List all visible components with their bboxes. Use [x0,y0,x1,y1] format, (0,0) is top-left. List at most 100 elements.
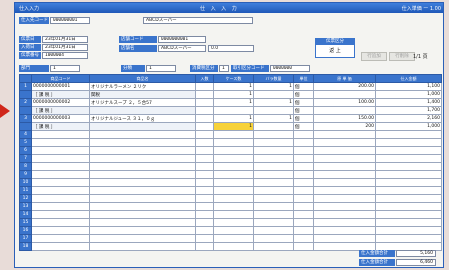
cell-qty1[interactable] [195,138,214,147]
cell-qty3[interactable] [253,130,294,139]
cell-name[interactable] [89,218,196,227]
cell-code[interactable] [31,154,90,163]
cell-name[interactable] [89,178,196,187]
cell-qty3[interactable] [253,194,294,203]
cell-code[interactable] [31,242,90,251]
cell-amount[interactable]: 2,160 [375,114,442,123]
cell-qty2[interactable] [213,218,254,227]
cell-price[interactable] [313,154,376,163]
cell-qty3[interactable]: 1 [253,98,294,107]
cell-qty3[interactable] [253,146,294,155]
cell-qty3[interactable] [253,210,294,219]
tax-field[interactable]: 1 [219,65,229,72]
cell-amount[interactable] [375,162,442,171]
table-row[interactable]: 6 [19,146,442,155]
table-row[interactable]: 15 [19,218,442,227]
entry-date-field[interactable]: 23年01月31日 [42,44,88,51]
cell-name[interactable] [89,106,196,115]
cell-price[interactable] [313,162,376,171]
cell-qty1[interactable] [195,242,214,251]
cell-unit[interactable]: 個 [293,82,314,91]
cell-code[interactable] [31,234,90,243]
cell-code[interactable]: ［ 課 税 ］ [31,90,90,99]
cell-price[interactable] [313,106,376,115]
cell-code[interactable] [31,218,90,227]
cell-amount[interactable] [375,178,442,187]
cell-name[interactable] [89,122,196,131]
cell-qty1[interactable] [195,106,214,115]
cell-qty2[interactable] [213,138,254,147]
cell-qty2[interactable] [213,106,254,115]
cell-qty1[interactable] [195,226,214,235]
cell-price[interactable] [313,234,376,243]
cell-code[interactable]: 0000000000003 [31,114,90,123]
table-row[interactable]: 2 0000000000002 オリジナルスープ ２，５合57 1 1 個 100.00 1,… [19,98,442,107]
cell-price[interactable]: 150.00 [313,114,376,123]
cell-code[interactable]: ［ 課 税 ］ [31,106,90,115]
cell-qty1[interactable] [195,202,214,211]
cell-unit[interactable] [293,226,314,235]
cell-qty2[interactable] [213,146,254,155]
supplier-name-field[interactable]: ABCDスーパー [143,17,253,24]
cell-name[interactable] [89,162,196,171]
cell-amount[interactable] [375,210,442,219]
date-field[interactable]: 23年01月31日 [42,36,88,43]
cell-amount[interactable] [375,146,442,155]
cell-code[interactable] [31,202,90,211]
cell-amount[interactable] [375,154,442,163]
cell-name[interactable]: オリジナルジュース ３１，０ｇ [89,114,196,123]
cell-name[interactable] [89,242,196,251]
cell-qty1[interactable] [195,130,214,139]
cell-code[interactable] [31,178,90,187]
cell-qty3[interactable] [253,154,294,163]
store-extra-field[interactable]: 0.0 [208,45,254,52]
cell-amount[interactable]: 1,700 [375,106,442,115]
cell-qty1[interactable] [195,234,214,243]
cell-qty2[interactable] [213,242,254,251]
cell-qty3[interactable] [253,106,294,115]
cell-amount[interactable] [375,226,442,235]
cell-unit[interactable] [293,162,314,171]
cell-unit[interactable]: 個 [293,122,314,131]
cell-price[interactable] [313,138,376,147]
supplier-code-field[interactable]: 000000001 [50,17,90,24]
cell-unit[interactable] [293,218,314,227]
cell-qty2[interactable]: 1 [213,122,254,131]
cell-code[interactable] [31,162,90,171]
cell-qty2[interactable] [213,170,254,179]
cell-unit[interactable] [293,130,314,139]
add-row-button[interactable]: 行追加 [361,52,387,61]
cell-qty1[interactable] [195,82,214,91]
cell-qty1[interactable] [195,154,214,163]
table-row[interactable]: ［ 課 税 ］ 個 1,700 [19,106,442,115]
cell-qty2[interactable] [213,194,254,203]
cell-price[interactable] [313,210,376,219]
cell-price[interactable] [313,178,376,187]
table-row[interactable]: 5 [19,138,442,147]
cell-name[interactable] [89,170,196,179]
cell-name[interactable] [89,146,196,155]
table-row[interactable]: ［ 課 税 ］ 1 個 200 1,000 [19,122,442,131]
cell-amount[interactable] [375,170,442,179]
cell-qty2[interactable] [213,162,254,171]
cell-unit[interactable] [293,186,314,195]
cell-name[interactable] [89,186,196,195]
table-row[interactable]: 9 [19,170,442,179]
cell-qty1[interactable] [195,210,214,219]
cell-amount[interactable]: 1,100 [375,82,442,91]
cell-qty3[interactable] [253,234,294,243]
cell-code[interactable] [31,170,90,179]
voucher-code-field[interactable]: 0000000 [270,65,310,72]
cell-qty3[interactable] [253,170,294,179]
delete-row-button[interactable]: 行削除 [389,52,415,61]
cell-qty1[interactable] [195,162,214,171]
cell-price[interactable] [313,130,376,139]
cell-qty2[interactable] [213,226,254,235]
cell-qty2[interactable] [213,178,254,187]
cell-code[interactable]: ［ 課 税 ］ [31,122,90,131]
cell-unit[interactable] [293,178,314,187]
cell-name[interactable] [89,202,196,211]
table-row[interactable]: 17 [19,234,442,243]
cell-price[interactable] [313,170,376,179]
cell-unit[interactable]: 個 [293,106,314,115]
